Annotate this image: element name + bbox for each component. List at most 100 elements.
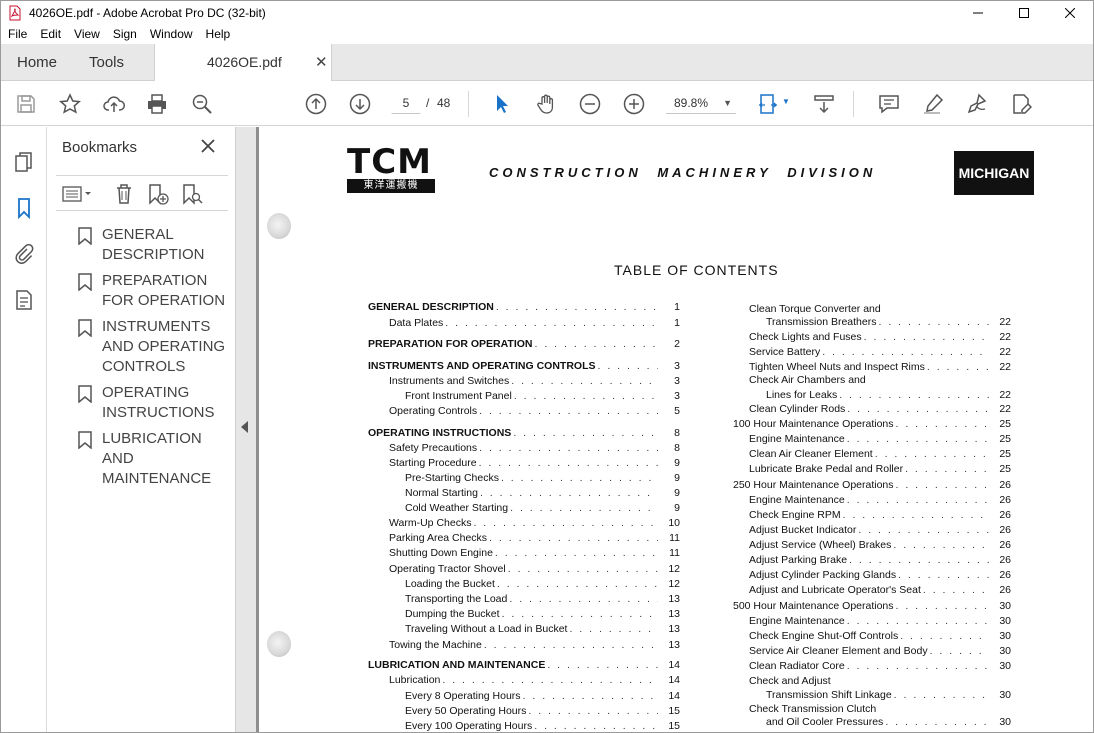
menu-view[interactable]: View (67, 27, 106, 41)
menu-file[interactable]: File (1, 27, 33, 41)
next-page-button[interactable] (347, 91, 373, 117)
bookmark-options-button[interactable] (60, 183, 94, 205)
bookmark-item-lubrication-and-maintenance[interactable]: LUBRICATION AND MAINTENANCE (48, 429, 236, 495)
highlight-button[interactable] (920, 91, 946, 117)
punch-hole (267, 213, 291, 239)
toc-entry-label: Clean Torque Converter and (749, 303, 883, 315)
toc-entry-label: Check Transmission Clutch (749, 703, 879, 715)
toc-entry-label: GENERAL DESCRIPTION (368, 301, 496, 313)
menu-help[interactable]: Help (199, 27, 237, 41)
toc-leader-dots: . . . . . . . . . . . . . . . . . . . . … (569, 623, 658, 635)
bookmark-item-instruments-and-operating-controls[interactable]: INSTRUMENTS AND OPERATING CONTROLS (48, 317, 236, 383)
close-window-button[interactable] (1047, 1, 1093, 24)
bookmark-item-operating-instructions[interactable]: OPERATING INSTRUCTIONS (48, 383, 236, 429)
toc-entry-label: Engine Maintenance (749, 615, 847, 627)
toc-leader-dots: . . . . . . . . . . . . . . . . . . . . … (846, 660, 989, 672)
select-tool-button[interactable] (489, 91, 515, 117)
toc-entry-label: Check and Adjust (749, 675, 833, 687)
toc-entry-page: 3 (658, 390, 680, 402)
menu-sign[interactable]: Sign (106, 27, 143, 41)
upload-button[interactable] (101, 91, 127, 117)
save-button[interactable] (13, 91, 39, 117)
attachments-button[interactable] (11, 241, 37, 267)
collapse-panel-icon[interactable] (241, 421, 248, 433)
toc-entry: Shutting Down Engine. . . . . . . . . . … (389, 547, 680, 559)
tab-tools[interactable]: Tools (89, 54, 124, 71)
toc-entry-label: Every 8 Operating Hours (405, 690, 523, 702)
comment-icon (879, 95, 899, 114)
fill-sign-button[interactable] (1008, 91, 1034, 117)
panel-splitter[interactable] (236, 127, 256, 732)
toc-entry-label: Adjust Service (Wheel) Brakes (749, 539, 894, 551)
scroll-mode-button[interactable] (811, 91, 837, 117)
toc-entry: INSTRUMENTS AND OPERATING CONTROLS. . . … (368, 360, 680, 372)
toc-entry-page: 22 (989, 346, 1011, 358)
toc-entry-label: Clean Air Cleaner Element (749, 448, 875, 460)
zoom-level-dropdown[interactable]: 89.8% ▼ (666, 92, 736, 114)
toc-leader-dots: . . . . . . . . . . . . . . . . . . . . … (922, 584, 989, 596)
toc-leader-dots: . . . . . . . . . . . . . . . . . . . . … (898, 569, 989, 581)
page-thumbnails-button[interactable] (11, 149, 37, 175)
page-separator: / (426, 96, 430, 110)
find-button[interactable] (189, 91, 215, 117)
page-number-input[interactable]: 5 (391, 92, 421, 114)
layers-button[interactable] (11, 287, 37, 313)
menu-window[interactable]: Window (143, 27, 199, 41)
previous-page-button[interactable] (303, 91, 329, 117)
toc-entry-page: 14 (658, 674, 680, 686)
toc-leader-dots: . . . . . . . . . . . . . . . . . . . . … (496, 578, 658, 590)
page-display-chevron-icon[interactable]: ▼ (782, 97, 790, 106)
toc-leader-dots: . . . . . . . . . . . . . . . . . . . . … (895, 479, 989, 491)
toc-leader-dots: . . . . . . . . . . . . . . . . . . . . … (926, 361, 989, 373)
find-bookmark-button[interactable] (180, 183, 204, 205)
print-button[interactable] (144, 91, 170, 117)
toc-entry-label: Traveling Without a Load in Bucket (405, 623, 570, 635)
document-view[interactable]: TCM 東洋運搬機 CONSTRUCTION MACHINERY DIVISIO… (256, 127, 1093, 732)
bookmark-star-button[interactable] (57, 91, 83, 117)
tcm-logo: TCM 東洋運搬機 (347, 145, 435, 193)
printer-icon (148, 94, 166, 114)
comment-button[interactable] (876, 91, 902, 117)
zoom-out-button[interactable] (577, 91, 603, 117)
toc-leader-dots: . . . . . . . . . . . . . . . . . . . . … (849, 554, 989, 566)
toc-leader-dots: . . . . . . . . . . . . . . . . . . . . … (895, 418, 989, 430)
toc-entry-page: 9 (658, 457, 680, 469)
hand-tool-button[interactable] (533, 91, 559, 117)
bookmark-add-icon (149, 184, 169, 205)
toc-entry-page: 15 (658, 720, 680, 732)
toc-entry-label: 500 Hour Maintenance Operations (733, 600, 896, 612)
page-display-button[interactable] (755, 91, 781, 117)
tab-close-button[interactable]: ✕ (315, 53, 328, 71)
toc-entry-label: Normal Starting (405, 487, 480, 499)
new-bookmark-button[interactable] (146, 183, 170, 205)
toc-entry: Engine Maintenance. . . . . . . . . . . … (749, 615, 1011, 627)
toc-entry-page: 25 (989, 418, 1011, 430)
bookmarks-list: GENERAL DESCRIPTION PREPARATION FOR OPER… (48, 225, 236, 495)
tcm-logo-text: TCM (347, 142, 432, 182)
toc-entry-label: Service Air Cleaner Element and Body (749, 645, 930, 657)
toc-leader-dots: . . . . . . . . . . . . . . . . . . . . … (846, 433, 989, 445)
toolbar-divider (468, 91, 469, 117)
toc-leader-dots: . . . . . . . . . . . . . . . . . . . . … (511, 375, 658, 387)
sign-button[interactable] (963, 91, 989, 117)
chevron-down-icon: ▼ (723, 98, 732, 108)
menu-edit[interactable]: Edit (33, 27, 67, 41)
bookmarks-button[interactable] (11, 195, 37, 221)
toc-leader-dots: . . . . . . . . . . . . . . . . . . . . … (510, 502, 658, 514)
tab-home[interactable]: Home (17, 54, 57, 71)
tab-document[interactable]: 4026OE.pdf ✕ (154, 44, 332, 81)
bookmark-item-general-description[interactable]: GENERAL DESCRIPTION (48, 225, 236, 271)
toc-entry-label: 250 Hour Maintenance Operations (733, 479, 896, 491)
bookmark-icon (78, 227, 92, 245)
maximize-button[interactable] (1001, 1, 1047, 24)
toc-leader-dots: . . . . . . . . . . . . . . . . . . . . … (513, 390, 658, 402)
close-panel-icon[interactable] (198, 136, 218, 156)
toc-entry-page: 12 (658, 578, 680, 590)
toc-entry: Clean Radiator Core. . . . . . . . . . .… (749, 660, 1011, 672)
bookmark-item-preparation-for-operation[interactable]: PREPARATION FOR OPERATION (48, 271, 236, 317)
zoom-in-button[interactable] (621, 91, 647, 117)
delete-bookmark-button[interactable] (112, 183, 136, 205)
minimize-button[interactable] (955, 1, 1001, 24)
toc-entry-label: Data Plates (389, 317, 446, 329)
toc-leader-dots: . . . . . . . . . . . . . . . . . . . . … (473, 517, 658, 529)
